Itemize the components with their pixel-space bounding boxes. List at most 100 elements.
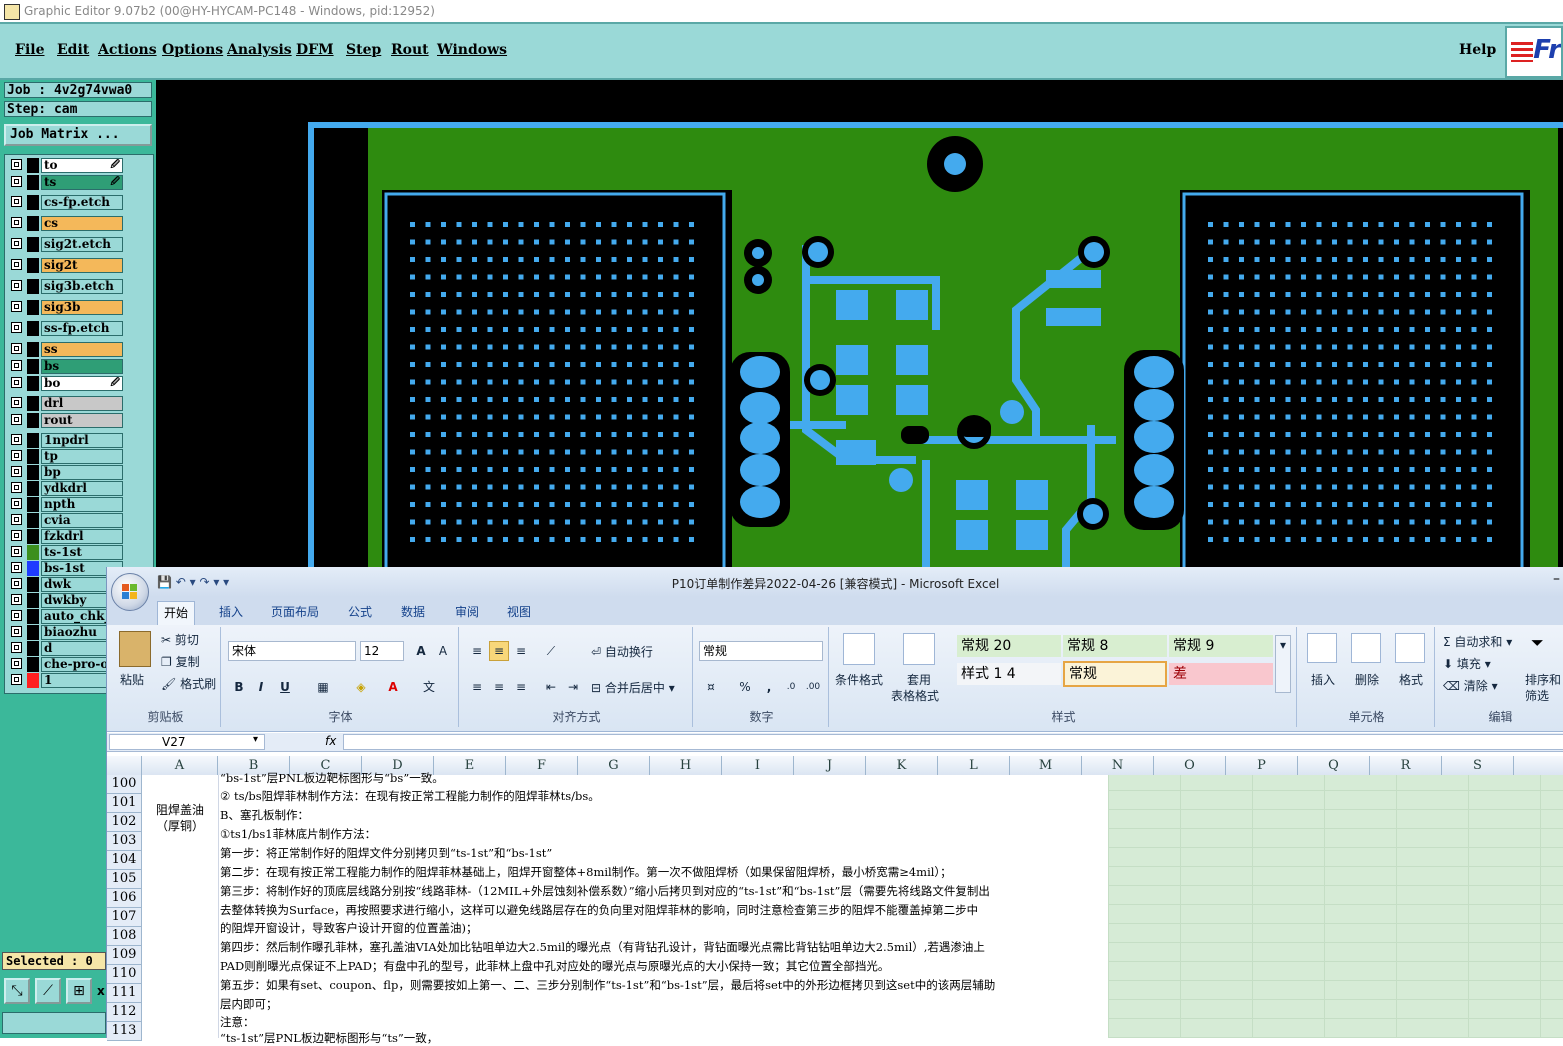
row-header[interactable]: 108	[107, 927, 142, 946]
select-all-corner[interactable]	[107, 756, 142, 775]
layer-name[interactable]: cs-fp.etch	[41, 195, 123, 210]
layer-checkbox[interactable]	[11, 530, 22, 541]
layer-name[interactable]: ts 🖉	[41, 175, 123, 190]
conditional-format-button[interactable]: 条件格式	[835, 671, 883, 688]
merge-center-button[interactable]: ⊟ 合并后居中 ▾	[591, 679, 675, 696]
layer-checkbox[interactable]	[11, 176, 22, 187]
styles-scroll[interactable]: ▾	[1275, 635, 1291, 693]
layer-checkbox[interactable]	[11, 674, 22, 685]
layer-checkbox[interactable]	[11, 217, 22, 228]
fill-color-icon[interactable]: ◈	[351, 677, 371, 697]
row-header[interactable]: 109	[107, 946, 142, 965]
layer-row[interactable]: npth	[5, 497, 155, 512]
column-header[interactable]: N	[1082, 756, 1154, 775]
tab-review[interactable]: 审阅	[449, 601, 485, 625]
row-header[interactable]: 112	[107, 1003, 142, 1022]
layer-color-swatch[interactable]	[27, 279, 39, 294]
layer-name[interactable]: cvia	[41, 513, 123, 528]
align-bottom-icon[interactable]: ≡	[511, 641, 531, 661]
layer-checkbox[interactable]	[11, 196, 22, 207]
row-header[interactable]: 103	[107, 832, 142, 851]
table-format-label-1[interactable]: 套用	[907, 671, 931, 688]
layer-row[interactable]: ss	[5, 342, 155, 357]
layer-row[interactable]: sig2t.etch	[5, 237, 155, 252]
pcb-graphic-canvas[interactable]	[156, 80, 1563, 567]
column-header[interactable]: R	[1370, 756, 1442, 775]
decrease-decimal-icon[interactable]: .00	[803, 677, 823, 697]
tab-insert[interactable]: 插入	[213, 601, 249, 625]
layer-row[interactable]: to 🖉	[5, 158, 155, 173]
font-name-select[interactable]: 宋体	[228, 641, 356, 661]
layer-row[interactable]: 1npdrl	[5, 433, 155, 448]
layer-name[interactable]: sig3b.etch	[41, 279, 123, 294]
layer-checkbox[interactable]	[11, 377, 22, 388]
layer-row[interactable]: ts 🖉	[5, 175, 155, 190]
zoom-tool-icon[interactable]: ⤡	[4, 978, 30, 1004]
layer-name[interactable]: ts-1st	[41, 545, 123, 560]
layer-checkbox[interactable]	[11, 626, 22, 637]
layer-checkbox[interactable]	[11, 594, 22, 605]
tab-page-layout[interactable]: 页面布局	[265, 601, 325, 625]
orientation-icon[interactable]: ⟋	[541, 641, 561, 661]
formula-input[interactable]	[343, 734, 1563, 750]
layer-checkbox[interactable]	[11, 514, 22, 525]
layer-color-swatch[interactable]	[27, 158, 39, 173]
copy-button[interactable]: ❐ 复制	[161, 653, 200, 670]
fx-icon[interactable]: fx	[325, 734, 336, 748]
layer-row[interactable]: sig3b.etch	[5, 279, 155, 294]
highlighted-cells[interactable]	[1108, 775, 1563, 1038]
row-header[interactable]: 104	[107, 851, 142, 870]
tab-view[interactable]: 视图	[501, 601, 537, 625]
percent-button[interactable]: %	[735, 677, 755, 697]
format-cells-button[interactable]: 格式	[1399, 671, 1423, 688]
layer-color-swatch[interactable]	[27, 258, 39, 273]
layer-checkbox[interactable]	[11, 658, 22, 669]
align-top-icon[interactable]: ≡	[467, 641, 487, 661]
layer-color-swatch[interactable]	[27, 449, 39, 464]
menu-rout[interactable]: Rout	[391, 42, 429, 58]
layer-name[interactable]: npth	[41, 497, 123, 512]
insert-cells-icon[interactable]	[1307, 633, 1337, 663]
layer-color-swatch[interactable]	[27, 577, 39, 592]
phonetic-icon[interactable]: 文	[419, 677, 439, 697]
row-header[interactable]: 106	[107, 889, 142, 908]
column-header[interactable]: H	[650, 756, 722, 775]
layer-checkbox[interactable]	[11, 498, 22, 509]
style-normal-8[interactable]: 常规 8	[1063, 635, 1167, 657]
minimize-button[interactable]: –	[1553, 571, 1560, 587]
row-header[interactable]: 107	[107, 908, 142, 927]
layer-checkbox[interactable]	[11, 450, 22, 461]
increase-decimal-icon[interactable]: .0	[781, 677, 801, 697]
layer-checkbox[interactable]	[11, 238, 22, 249]
layer-checkbox[interactable]	[11, 343, 22, 354]
layer-checkbox[interactable]	[11, 280, 22, 291]
layer-color-swatch[interactable]	[27, 497, 39, 512]
layer-name[interactable]: sig2t	[41, 258, 123, 273]
paste-button[interactable]: 粘贴	[120, 671, 144, 688]
number-format-select[interactable]: 常规	[699, 641, 823, 661]
layer-row[interactable]: cs-fp.etch	[5, 195, 155, 210]
column-header[interactable]: Q	[1298, 756, 1370, 775]
menu-file[interactable]: File	[15, 42, 44, 58]
style-bad[interactable]: 差	[1169, 663, 1273, 685]
layer-name[interactable]: ydkdrl	[41, 481, 123, 496]
layer-color-swatch[interactable]	[27, 433, 39, 448]
quick-access-toolbar[interactable]: 💾 ↶ ▾ ↷ ▾ ▾	[157, 575, 229, 589]
tab-formulas[interactable]: 公式	[342, 601, 378, 625]
layer-color-swatch[interactable]	[27, 195, 39, 210]
layer-name[interactable]: ss	[41, 342, 123, 357]
style-normal-9[interactable]: 常规 9	[1169, 635, 1273, 657]
cut-button[interactable]: ✂ 剪切	[161, 631, 199, 648]
layer-name[interactable]: ss-fp.etch	[41, 321, 123, 336]
name-box[interactable]: V27	[109, 734, 265, 750]
office-button[interactable]	[111, 573, 149, 611]
layer-row[interactable]: ss-fp.etch	[5, 321, 155, 336]
layer-row[interactable]: ydkdrl	[5, 481, 155, 496]
column-header[interactable]: J	[794, 756, 866, 775]
layer-checkbox[interactable]	[11, 434, 22, 445]
layer-checkbox[interactable]	[11, 322, 22, 333]
column-header[interactable]: O	[1154, 756, 1226, 775]
row-header[interactable]: 102	[107, 813, 142, 832]
column-header[interactable]: E	[434, 756, 506, 775]
shrink-font-icon[interactable]: A	[433, 641, 453, 661]
